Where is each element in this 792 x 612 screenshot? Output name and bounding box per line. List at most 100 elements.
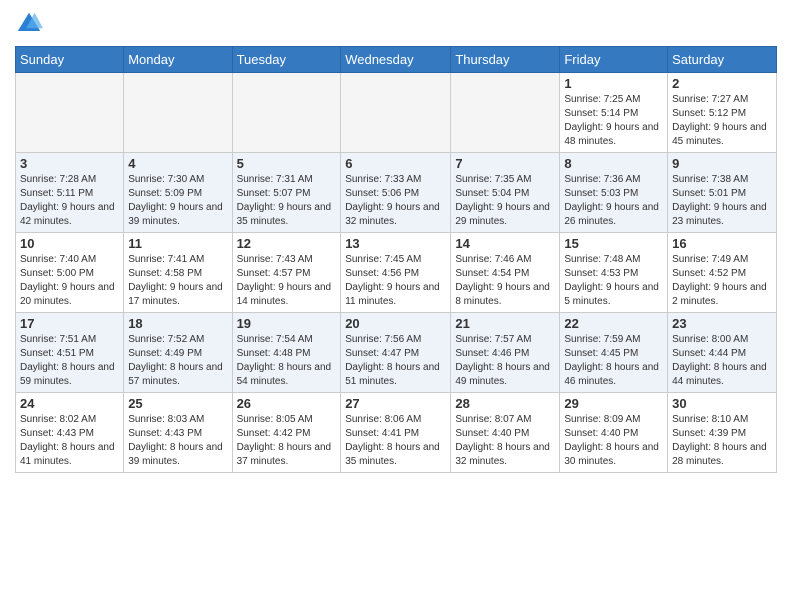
week-row-5: 24Sunrise: 8:02 AM Sunset: 4:43 PM Dayli… [16,393,777,473]
day-info: Sunrise: 7:27 AM Sunset: 5:12 PM Dayligh… [672,93,772,149]
day-number: 26 [237,396,337,411]
day-number: 5 [237,156,337,171]
day-info: Sunrise: 7:48 AM Sunset: 4:53 PM Dayligh… [564,253,663,309]
calendar-cell: 17 Sunrise: 7:51 AM Sunset: 4:51 PM Dayli… [16,313,124,393]
calendar-cell: 23 Sunrise: 8:00 AM Sunset: 4:44 PM Dayli… [668,313,777,393]
calendar-cell [124,73,232,153]
day-number: 4 [128,156,227,171]
day-info: Sunrise: 7:57 AM Sunset: 4:46 PM Dayligh… [455,333,555,389]
calendar-cell: 20 Sunrise: 7:56 AM Sunset: 4:47 PM Dayli… [341,313,451,393]
day-number: 18 [128,316,227,331]
calendar-cell: 30 Sunrise: 8:10 AM Sunset: 4:39 PM Dayli… [668,393,777,473]
col-header-monday: Monday [124,47,232,73]
calendar-cell: 13 Sunrise: 7:45 AM Sunset: 4:56 PM Dayli… [341,233,451,313]
day-number: 28 [455,396,555,411]
calendar-cell: 14 Sunrise: 7:46 AM Sunset: 4:54 PM Dayli… [451,233,560,313]
logo [15,10,47,38]
day-info: Sunrise: 7:41 AM Sunset: 4:58 PM Dayligh… [128,253,227,309]
day-number: 6 [345,156,446,171]
week-row-2: 3Sunrise: 7:28 AM Sunset: 5:11 PM Daylig… [16,153,777,233]
day-info: Sunrise: 7:38 AM Sunset: 5:01 PM Dayligh… [672,173,772,229]
day-info: Sunrise: 7:56 AM Sunset: 4:47 PM Dayligh… [345,333,446,389]
day-info: Sunrise: 7:45 AM Sunset: 4:56 PM Dayligh… [345,253,446,309]
calendar-cell: 1 Sunrise: 7:25 AM Sunset: 5:14 PM Daylig… [560,73,668,153]
day-number: 11 [128,236,227,251]
calendar-cell: 24Sunrise: 8:02 AM Sunset: 4:43 PM Dayli… [16,393,124,473]
day-info: Sunrise: 7:40 AM Sunset: 5:00 PM Dayligh… [20,253,119,309]
calendar-cell [341,73,451,153]
calendar-cell: 2 Sunrise: 7:27 AM Sunset: 5:12 PM Daylig… [668,73,777,153]
day-info: Sunrise: 7:52 AM Sunset: 4:49 PM Dayligh… [128,333,227,389]
day-info: Sunrise: 7:43 AM Sunset: 4:57 PM Dayligh… [237,253,337,309]
day-number: 30 [672,396,772,411]
col-header-friday: Friday [560,47,668,73]
col-header-saturday: Saturday [668,47,777,73]
day-number: 29 [564,396,663,411]
day-number: 9 [672,156,772,171]
day-number: 27 [345,396,446,411]
calendar-cell [16,73,124,153]
day-info: Sunrise: 7:54 AM Sunset: 4:48 PM Dayligh… [237,333,337,389]
day-info: Sunrise: 8:03 AM Sunset: 4:43 PM Dayligh… [128,413,227,469]
calendar-cell: 25 Sunrise: 8:03 AM Sunset: 4:43 PM Dayli… [124,393,232,473]
week-row-3: 10 Sunrise: 7:40 AM Sunset: 5:00 PM Dayli… [16,233,777,313]
day-number: 14 [455,236,555,251]
calendar-cell: 27 Sunrise: 8:06 AM Sunset: 4:41 PM Dayli… [341,393,451,473]
day-info: Sunrise: 8:02 AM Sunset: 4:43 PM Dayligh… [20,413,119,469]
day-number: 21 [455,316,555,331]
day-info: Sunrise: 8:10 AM Sunset: 4:39 PM Dayligh… [672,413,772,469]
calendar-cell: 12 Sunrise: 7:43 AM Sunset: 4:57 PM Dayli… [232,233,341,313]
day-info: Sunrise: 7:46 AM Sunset: 4:54 PM Dayligh… [455,253,555,309]
week-row-1: 1 Sunrise: 7:25 AM Sunset: 5:14 PM Daylig… [16,73,777,153]
calendar-cell: 11 Sunrise: 7:41 AM Sunset: 4:58 PM Dayli… [124,233,232,313]
day-number: 15 [564,236,663,251]
day-info: Sunrise: 8:00 AM Sunset: 4:44 PM Dayligh… [672,333,772,389]
calendar-cell: 29 Sunrise: 8:09 AM Sunset: 4:40 PM Dayli… [560,393,668,473]
calendar-cell: 6 Sunrise: 7:33 AM Sunset: 5:06 PM Daylig… [341,153,451,233]
calendar-cell: 4 Sunrise: 7:30 AM Sunset: 5:09 PM Daylig… [124,153,232,233]
day-number: 25 [128,396,227,411]
calendar-cell: 8 Sunrise: 7:36 AM Sunset: 5:03 PM Daylig… [560,153,668,233]
logo-icon [15,10,43,38]
day-number: 17 [20,316,119,331]
col-header-sunday: Sunday [16,47,124,73]
calendar-cell: 19Sunrise: 7:54 AM Sunset: 4:48 PM Dayli… [232,313,341,393]
calendar-cell [451,73,560,153]
day-number: 13 [345,236,446,251]
calendar-cell: 21 Sunrise: 7:57 AM Sunset: 4:46 PM Dayli… [451,313,560,393]
day-number: 20 [345,316,446,331]
day-info: Sunrise: 7:51 AM Sunset: 4:51 PM Dayligh… [20,333,119,389]
calendar-cell: 3Sunrise: 7:28 AM Sunset: 5:11 PM Daylig… [16,153,124,233]
week-row-4: 17 Sunrise: 7:51 AM Sunset: 4:51 PM Dayli… [16,313,777,393]
calendar-cell: 16Sunrise: 7:49 AM Sunset: 4:52 PM Dayli… [668,233,777,313]
day-info: Sunrise: 7:31 AM Sunset: 5:07 PM Dayligh… [237,173,337,229]
day-number: 7 [455,156,555,171]
day-number: 1 [564,76,663,91]
main-container: SundayMondayTuesdayWednesdayThursdayFrid… [0,0,792,483]
day-number: 12 [237,236,337,251]
col-header-tuesday: Tuesday [232,47,341,73]
day-info: Sunrise: 7:35 AM Sunset: 5:04 PM Dayligh… [455,173,555,229]
day-info: Sunrise: 7:25 AM Sunset: 5:14 PM Dayligh… [564,93,663,149]
day-number: 10 [20,236,119,251]
calendar-cell: 18 Sunrise: 7:52 AM Sunset: 4:49 PM Dayli… [124,313,232,393]
header [15,10,777,38]
day-info: Sunrise: 8:06 AM Sunset: 4:41 PM Dayligh… [345,413,446,469]
calendar-table: SundayMondayTuesdayWednesdayThursdayFrid… [15,46,777,473]
day-info: Sunrise: 7:36 AM Sunset: 5:03 PM Dayligh… [564,173,663,229]
day-info: Sunrise: 7:33 AM Sunset: 5:06 PM Dayligh… [345,173,446,229]
calendar-cell: 10 Sunrise: 7:40 AM Sunset: 5:00 PM Dayli… [16,233,124,313]
day-number: 8 [564,156,663,171]
day-number: 3 [20,156,119,171]
day-info: Sunrise: 8:09 AM Sunset: 4:40 PM Dayligh… [564,413,663,469]
calendar-cell: 15 Sunrise: 7:48 AM Sunset: 4:53 PM Dayli… [560,233,668,313]
day-number: 16 [672,236,772,251]
day-number: 2 [672,76,772,91]
day-number: 23 [672,316,772,331]
calendar-cell: 7 Sunrise: 7:35 AM Sunset: 5:04 PM Daylig… [451,153,560,233]
calendar-cell: 28Sunrise: 8:07 AM Sunset: 4:40 PM Dayli… [451,393,560,473]
col-header-thursday: Thursday [451,47,560,73]
day-info: Sunrise: 8:05 AM Sunset: 4:42 PM Dayligh… [237,413,337,469]
day-info: Sunrise: 7:30 AM Sunset: 5:09 PM Dayligh… [128,173,227,229]
calendar-cell: 22Sunrise: 7:59 AM Sunset: 4:45 PM Dayli… [560,313,668,393]
